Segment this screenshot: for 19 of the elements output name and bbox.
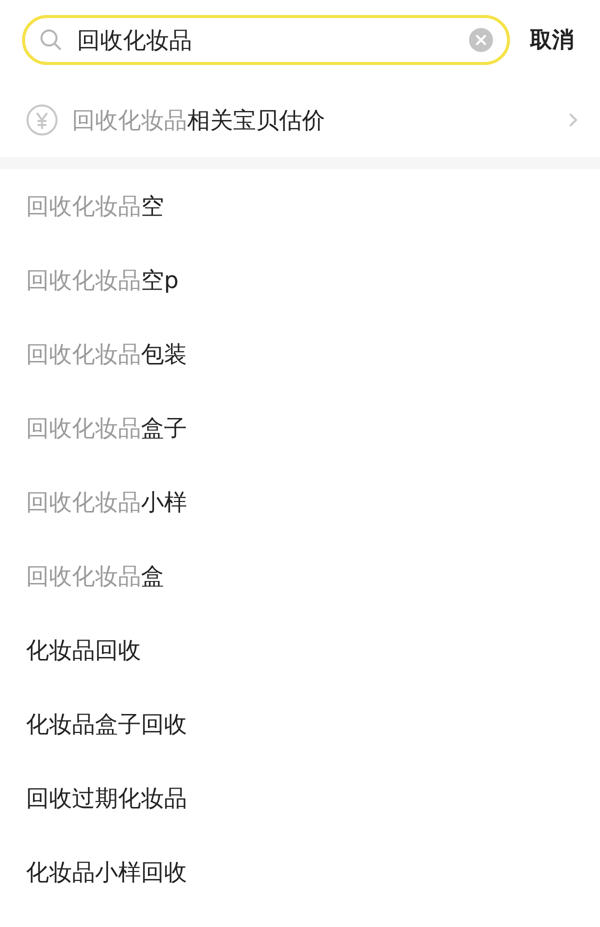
suggestion-item[interactable]: 回收化妆品盒子 xyxy=(26,412,187,444)
price-estimate-row[interactable]: 回收化妆品相关宝贝估价 xyxy=(0,83,600,169)
suggestion-item[interactable]: 回收化妆品空p xyxy=(26,264,179,296)
cancel-button[interactable]: 取消 xyxy=(530,25,574,55)
suggestion-item[interactable]: 回收过期化妆品 xyxy=(26,782,187,814)
estimate-text: 回收化妆品相关宝贝估价 xyxy=(72,106,326,136)
suggestion-item[interactable]: 回收化妆品盒 xyxy=(26,560,164,592)
yen-icon xyxy=(26,104,58,136)
suggestion-item[interactable]: 化妆品小样回收 xyxy=(26,856,187,888)
search-icon xyxy=(39,28,63,52)
suggestion-item[interactable]: 回收化妆品空 xyxy=(26,190,164,222)
search-field[interactable]: 回收化妆品 xyxy=(22,15,510,65)
suggestion-item[interactable]: 回收化妆品包装 xyxy=(26,338,187,370)
suggestion-item[interactable]: 化妆品盒子回收 xyxy=(26,708,187,740)
suggestion-item[interactable]: 化妆品回收 xyxy=(26,634,141,666)
search-query: 回收化妆品 xyxy=(77,26,193,56)
chevron-right-icon xyxy=(568,112,578,128)
suggestion-item[interactable]: 回收化妆品小样 xyxy=(26,486,187,518)
clear-icon[interactable] xyxy=(469,28,493,52)
